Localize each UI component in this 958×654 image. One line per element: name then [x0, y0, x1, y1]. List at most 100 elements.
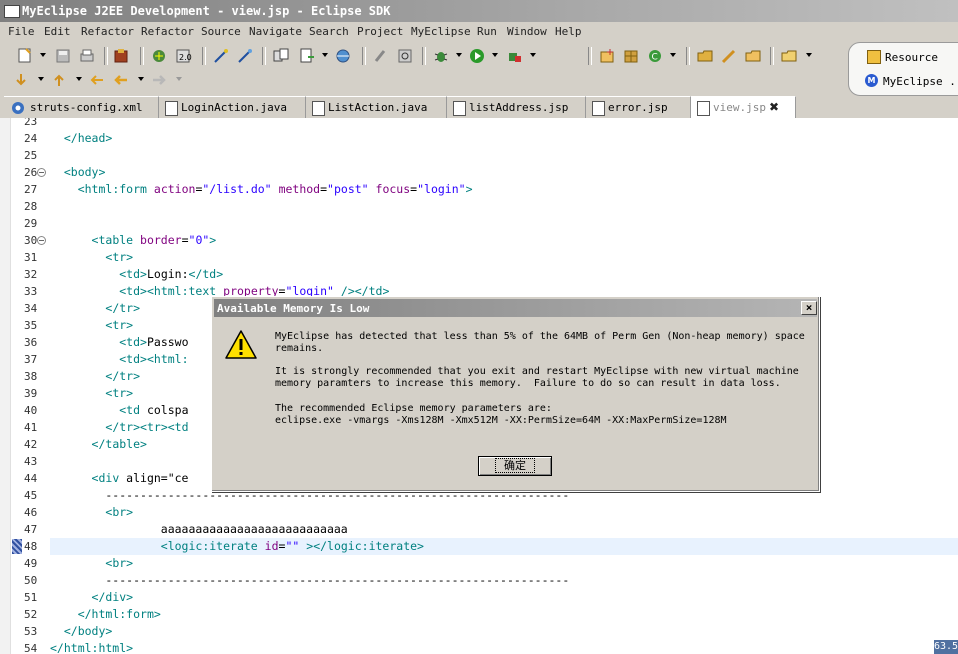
- code-line[interactable]: aaaaaaaaaaaaaaaaaaaaaaaaaaa: [50, 522, 348, 536]
- deploy-icon[interactable]: 2.0: [174, 47, 192, 65]
- code-line[interactable]: </table>: [50, 437, 147, 451]
- next-annotation-dropdown-icon[interactable]: [38, 77, 44, 81]
- toolbar-separator: [104, 47, 108, 65]
- code-line[interactable]: <logic:iterate id="" ></logic:iterate>: [50, 539, 424, 553]
- save-icon[interactable]: [54, 47, 72, 65]
- jsp-file-icon: [592, 101, 605, 116]
- code-line[interactable]: </tr>: [50, 369, 140, 383]
- debug-dropdown-icon[interactable]: [456, 53, 462, 57]
- myeclipse-perspective[interactable]: MyEclipse ...: [883, 75, 958, 88]
- code-line[interactable]: <td>Passwo: [50, 335, 188, 349]
- ok-button[interactable]: 确定: [478, 456, 552, 476]
- external-tools-dropdown-icon[interactable]: [530, 53, 536, 57]
- jsp-file-icon: [697, 101, 710, 116]
- code-line[interactable]: </head>: [50, 131, 112, 145]
- code-line[interactable]: <br>: [50, 505, 133, 519]
- code-line[interactable]: </html:form>: [50, 607, 161, 621]
- dialog-title-bar: Available Memory Is Low ×: [214, 299, 817, 317]
- menu-window[interactable]: Window: [507, 25, 547, 38]
- wizard-icon[interactable]: [212, 47, 230, 65]
- editor-tabs: struts-config.xml LoginAction.java ListA…: [0, 96, 958, 118]
- tab-view[interactable]: view.jsp ✖: [691, 96, 796, 118]
- previous-annotation-dropdown-icon[interactable]: [76, 77, 82, 81]
- open-resource-icon[interactable]: [298, 47, 316, 65]
- new-icon[interactable]: [16, 47, 34, 65]
- code-line[interactable]: <tr>: [50, 250, 133, 264]
- last-edit-icon[interactable]: [88, 71, 106, 89]
- back-icon[interactable]: [112, 71, 130, 89]
- dialog-close-button[interactable]: ×: [801, 301, 817, 315]
- next-annotation-icon[interactable]: [12, 71, 30, 89]
- code-line[interactable]: <td><html:: [50, 352, 188, 366]
- code-line[interactable]: <tr>: [50, 318, 133, 332]
- back-dropdown-icon[interactable]: [138, 77, 144, 81]
- code-line[interactable]: ----------------------------------------…: [50, 573, 569, 587]
- code-line[interactable]: <table border="0">: [50, 233, 217, 247]
- tab-loginaction[interactable]: LoginAction.java: [159, 96, 306, 118]
- refresh-icon[interactable]: [396, 47, 414, 65]
- package-icon[interactable]: [112, 47, 130, 65]
- code-line[interactable]: <br>: [50, 556, 133, 570]
- globe-icon[interactable]: [334, 47, 352, 65]
- toolbar-separator: [770, 47, 774, 65]
- code-line[interactable]: </tr>: [50, 301, 140, 315]
- new-class-dropdown-icon[interactable]: [670, 53, 676, 57]
- server-icon[interactable]: [150, 47, 168, 65]
- menu-project[interactable]: Project: [357, 25, 403, 38]
- menu-file[interactable]: File: [8, 25, 35, 38]
- new-class-icon[interactable]: C: [646, 47, 664, 65]
- open-resource-dropdown-icon[interactable]: [322, 53, 328, 57]
- menu-myeclipse[interactable]: MyEclipse: [411, 25, 471, 38]
- fold-toggle-icon[interactable]: [37, 168, 46, 177]
- forward-icon[interactable]: [150, 71, 168, 89]
- resource-perspective[interactable]: Resource: [885, 51, 938, 64]
- code-line[interactable]: <div align="ce: [50, 471, 189, 485]
- code-line[interactable]: </div>: [50, 590, 134, 604]
- print-icon[interactable]: [78, 47, 96, 65]
- menu-help[interactable]: Help: [555, 25, 582, 38]
- forward-dropdown-icon[interactable]: [176, 77, 182, 81]
- previous-annotation-icon[interactable]: [50, 71, 68, 89]
- code-line[interactable]: <td colspa: [50, 403, 188, 417]
- new-project-icon[interactable]: [598, 47, 616, 65]
- edit-icon[interactable]: [372, 47, 390, 65]
- open-type-icon[interactable]: [272, 47, 290, 65]
- menu-source[interactable]: Source: [201, 25, 241, 38]
- code-line[interactable]: </tr><tr><td: [50, 420, 188, 434]
- tab-struts-config[interactable]: struts-config.xml: [4, 96, 159, 118]
- edit-folder-icon[interactable]: [744, 47, 762, 65]
- code-line[interactable]: <body>: [50, 165, 106, 179]
- menu-navigate[interactable]: Navigate: [249, 25, 302, 38]
- new-package-icon[interactable]: [622, 47, 640, 65]
- pencil-icon[interactable]: [720, 47, 738, 65]
- line-number: 25: [24, 149, 38, 162]
- menu-run[interactable]: Run: [477, 25, 497, 38]
- navigation-toolbar: [0, 68, 958, 92]
- code-line[interactable]: </html:html>: [50, 641, 133, 654]
- tab-listaction[interactable]: ListAction.java: [306, 96, 447, 118]
- close-tab-icon[interactable]: ✖: [769, 100, 779, 114]
- menu-edit[interactable]: Edit: [44, 25, 71, 38]
- external-tools-icon[interactable]: [506, 47, 524, 65]
- folder-icon[interactable]: [780, 47, 798, 65]
- run-dropdown-icon[interactable]: [492, 53, 498, 57]
- menu-search[interactable]: Search: [309, 25, 349, 38]
- tab-listaddress[interactable]: listAddress.jsp: [447, 96, 586, 118]
- folder-dropdown-icon[interactable]: [806, 53, 812, 57]
- fold-toggle-icon[interactable]: [37, 236, 46, 245]
- wizard-2-icon[interactable]: [236, 47, 254, 65]
- tab-error[interactable]: error.jsp: [586, 96, 691, 118]
- menu-refactor[interactable]: Refactor: [81, 25, 134, 38]
- code-line[interactable]: </body>: [50, 624, 112, 638]
- toolbar-separator: [686, 47, 690, 65]
- code-line[interactable]: <tr>: [50, 386, 133, 400]
- dialog-title: Available Memory Is Low: [217, 302, 370, 315]
- code-line[interactable]: <td>Login:</td>: [50, 267, 223, 281]
- new-dropdown-icon[interactable]: [40, 53, 46, 57]
- memory-indicator: 63.5: [934, 640, 958, 654]
- debug-icon[interactable]: [432, 47, 450, 65]
- open-folder-icon[interactable]: [696, 47, 714, 65]
- code-line[interactable]: <html:form action="/list.do" method="pos…: [50, 182, 473, 196]
- menu-refactor-2[interactable]: Refactor: [141, 25, 194, 38]
- run-icon[interactable]: [468, 47, 486, 65]
